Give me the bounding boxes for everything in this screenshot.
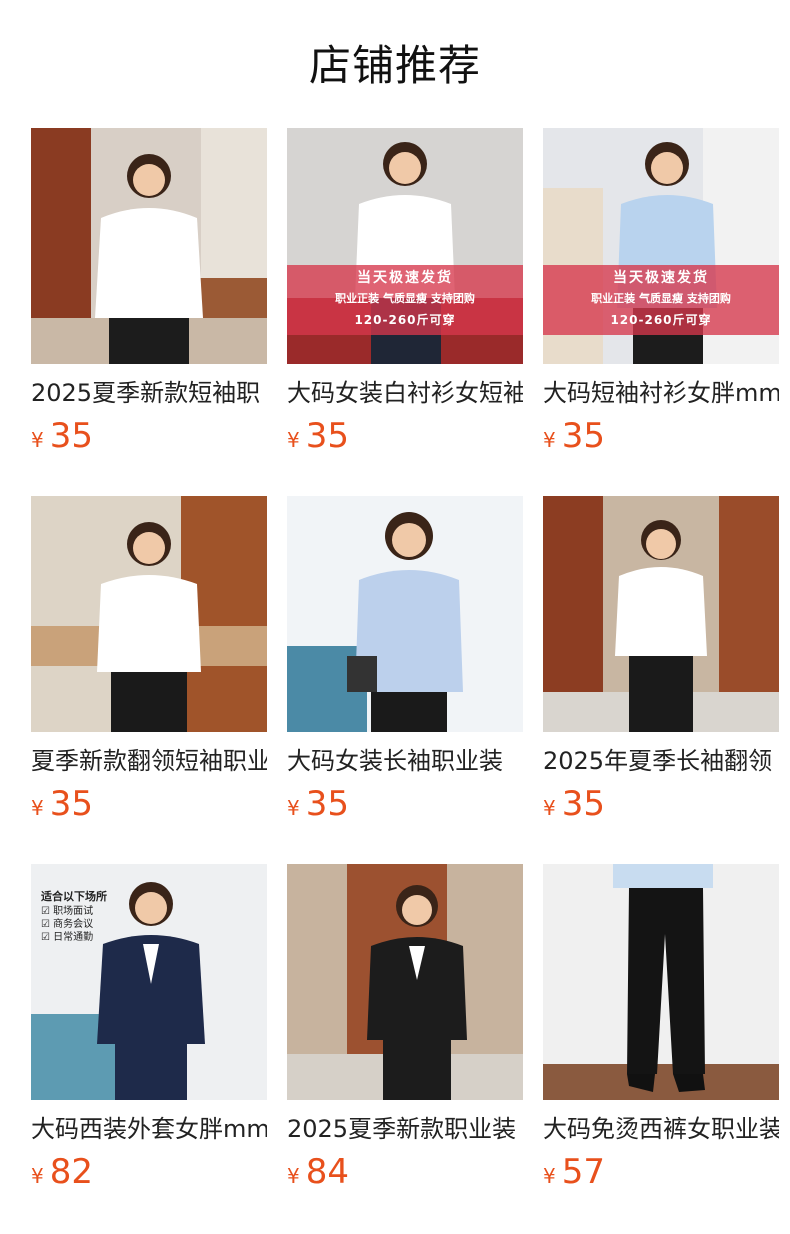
product-card[interactable]: 2025年夏季长袖翻领 ¥35 bbox=[543, 496, 779, 836]
promo-line-3: 120-260斤可穿 bbox=[354, 313, 456, 327]
product-image[interactable]: 当天极速发货 职业正装 气质显瘦 支持团购 120-260斤可穿 bbox=[543, 128, 779, 364]
scene-list-title: 适合以下场所 bbox=[41, 890, 107, 903]
product-name[interactable]: 大码免烫西裤女职业装 bbox=[543, 1112, 779, 1146]
product-name[interactable]: 2025夏季新款短袖职 bbox=[31, 376, 267, 410]
product-card[interactable]: 2025夏季新款职业装 ¥84 bbox=[287, 864, 523, 1204]
promo-line-2: 职业正装 气质显瘦 支持团购 bbox=[335, 292, 475, 305]
product-name[interactable]: 大码女装长袖职业装 bbox=[287, 744, 523, 778]
promo-banner: 当天极速发货 职业正装 气质显瘦 支持团购 120-260斤可穿 bbox=[287, 265, 523, 335]
product-card[interactable]: 当天极速发货 职业正装 气质显瘦 支持团购 120-260斤可穿 大码短袖衬衫女… bbox=[543, 128, 779, 468]
scene-item: ☑ 职场面试 bbox=[41, 906, 94, 917]
product-image[interactable] bbox=[287, 496, 523, 732]
product-card[interactable]: 当天极速发货 职业正装 气质显瘦 支持团购 120-260斤可穿 大码女装白衬衫… bbox=[287, 128, 523, 468]
price-value: 84 bbox=[305, 1152, 349, 1192]
product-card[interactable]: 大码女装长袖职业装 ¥35 bbox=[287, 496, 523, 836]
product-price: ¥82 bbox=[31, 1152, 93, 1192]
product-price: ¥35 bbox=[543, 416, 605, 456]
product-price: ¥35 bbox=[287, 784, 349, 824]
price-value: 35 bbox=[561, 784, 605, 824]
product-name[interactable]: 2025年夏季长袖翻领 bbox=[543, 744, 779, 778]
product-name[interactable]: 大码短袖衬衫女胖mm bbox=[543, 376, 779, 410]
product-image[interactable] bbox=[543, 864, 779, 1100]
currency-symbol: ¥ bbox=[287, 428, 300, 452]
product-name[interactable]: 夏季新款翻领短袖职业 bbox=[31, 744, 267, 778]
currency-symbol: ¥ bbox=[31, 428, 44, 452]
product-image[interactable]: 当天极速发货 职业正装 气质显瘦 支持团购 120-260斤可穿 bbox=[287, 128, 523, 364]
product-name[interactable]: 大码西装外套女胖mm bbox=[31, 1112, 267, 1146]
product-image[interactable]: 适合以下场所 ☑ 职场面试 ☑ 商务会议 ☑ 日常通勤 bbox=[31, 864, 267, 1100]
price-value: 35 bbox=[49, 784, 93, 824]
price-value: 35 bbox=[561, 416, 605, 456]
product-price: ¥35 bbox=[31, 784, 93, 824]
scene-item: ☑ 日常通勤 bbox=[41, 932, 94, 943]
page-title: 店铺推荐 bbox=[308, 41, 481, 90]
price-value: 57 bbox=[561, 1152, 605, 1192]
scene-item: ☑ 商务会议 bbox=[41, 919, 94, 930]
product-card[interactable]: 夏季新款翻领短袖职业 ¥35 bbox=[31, 496, 267, 836]
product-card[interactable]: 适合以下场所 ☑ 职场面试 ☑ 商务会议 ☑ 日常通勤 大码西装外套女胖mm ¥… bbox=[31, 864, 267, 1204]
currency-symbol: ¥ bbox=[543, 1164, 556, 1188]
price-value: 35 bbox=[49, 416, 93, 456]
price-value: 35 bbox=[305, 416, 349, 456]
currency-symbol: ¥ bbox=[287, 1164, 300, 1188]
currency-symbol: ¥ bbox=[543, 796, 556, 820]
promo-line-1: 当天极速发货 bbox=[357, 270, 453, 286]
scene-list: 适合以下场所 ☑ 职场面试 ☑ 商务会议 ☑ 日常通勤 bbox=[41, 890, 107, 944]
product-name[interactable]: 2025夏季新款职业装 bbox=[287, 1112, 523, 1146]
product-price: ¥57 bbox=[543, 1152, 605, 1192]
currency-symbol: ¥ bbox=[287, 796, 300, 820]
promo-line-2: 职业正装 气质显瘦 支持团购 bbox=[591, 292, 731, 305]
promo-line-3: 120-260斤可穿 bbox=[610, 313, 712, 327]
product-image[interactable] bbox=[543, 496, 779, 732]
product-card[interactable]: 2025夏季新款短袖职 ¥35 bbox=[31, 128, 267, 468]
product-name[interactable]: 大码女装白衬衫女短袖 bbox=[287, 376, 523, 410]
product-price: ¥35 bbox=[543, 784, 605, 824]
product-image[interactable] bbox=[31, 496, 267, 732]
product-image[interactable] bbox=[287, 864, 523, 1100]
currency-symbol: ¥ bbox=[543, 428, 556, 452]
price-value: 35 bbox=[305, 784, 349, 824]
product-card[interactable]: 大码免烫西裤女职业装 ¥57 bbox=[543, 864, 779, 1204]
product-price: ¥35 bbox=[31, 416, 93, 456]
promo-banner: 当天极速发货 职业正装 气质显瘦 支持团购 120-260斤可穿 bbox=[543, 265, 779, 335]
product-image[interactable] bbox=[31, 128, 267, 364]
promo-line-1: 当天极速发货 bbox=[613, 270, 709, 286]
currency-symbol: ¥ bbox=[31, 796, 44, 820]
product-price: ¥35 bbox=[287, 416, 349, 456]
product-price: ¥84 bbox=[287, 1152, 349, 1192]
currency-symbol: ¥ bbox=[31, 1164, 44, 1188]
price-value: 82 bbox=[49, 1152, 93, 1192]
